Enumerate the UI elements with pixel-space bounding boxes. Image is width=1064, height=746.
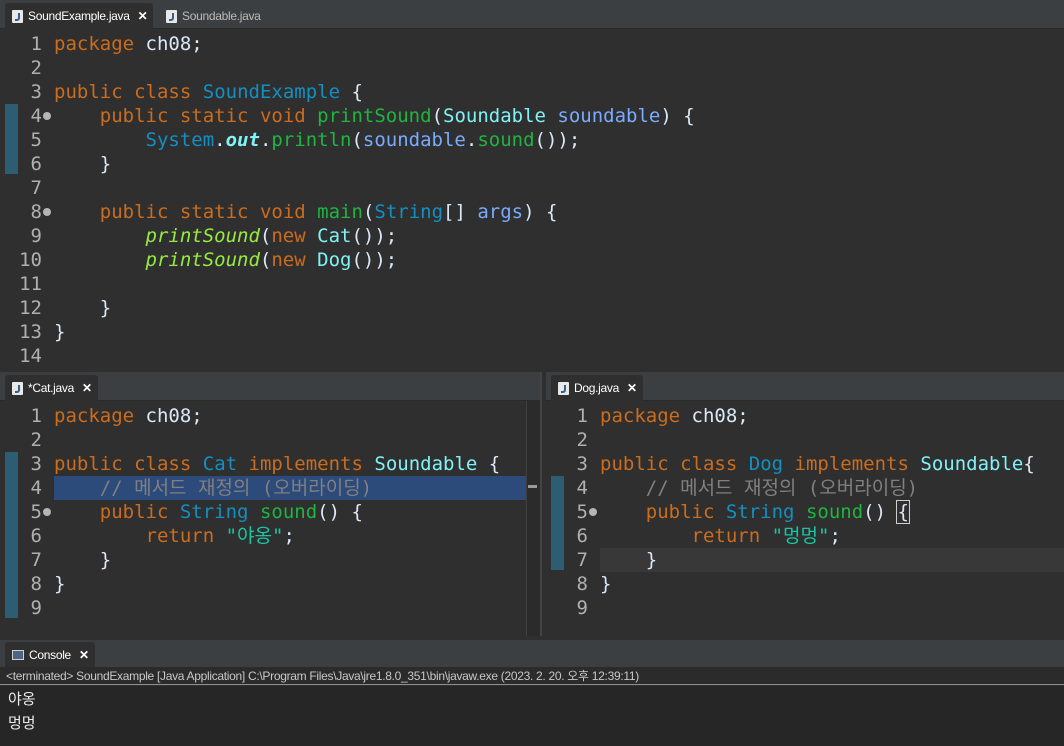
change-ruler xyxy=(546,401,564,636)
code-line: } xyxy=(54,573,66,595)
console-status: <terminated> SoundExample [Java Applicat… xyxy=(0,667,1064,685)
cat-editor-pane: *Cat.java ✕ 123456789 package ch08; publ… xyxy=(0,372,542,636)
console-tabbar: Console ✕ xyxy=(0,640,1064,667)
tab-sound-example[interactable]: SoundExample.java ✕ xyxy=(5,3,154,29)
console-icon xyxy=(12,649,24,660)
change-ruler xyxy=(0,401,18,636)
close-icon[interactable]: ✕ xyxy=(138,9,148,23)
code-editor[interactable]: 1234567 8 9 10 11 12 13 14 package ch08; publi… xyxy=(0,29,1064,368)
tab-label: Soundable.java xyxy=(182,9,261,23)
code-line: // 메서드 재정의 (오버라이딩) xyxy=(54,476,526,500)
tab-dog[interactable]: Dog.java ✕ xyxy=(551,375,643,401)
code-line: public class Dog implements Soundable{ xyxy=(600,453,1035,475)
code-line: } xyxy=(600,573,612,595)
code-line: // 메서드 재정의 (오버라이딩) xyxy=(645,477,919,499)
tab-label: Dog.java xyxy=(574,381,619,395)
code-line: public class Cat implements Soundable { xyxy=(54,453,501,475)
tab-label: Console xyxy=(29,647,71,662)
sound-example-editor-pane: SoundExample.java ✕ Soundable.java 12345… xyxy=(0,0,1064,368)
code-line: package ch08; xyxy=(600,405,749,427)
code-line: public String sound() { xyxy=(645,500,910,524)
change-ruler xyxy=(0,29,18,368)
close-icon[interactable]: ✕ xyxy=(82,381,92,395)
close-icon[interactable]: ✕ xyxy=(79,648,89,662)
tab-label: SoundExample.java xyxy=(28,9,130,23)
code-text[interactable]: package ch08; public class SoundExample … xyxy=(54,32,1064,368)
code-line: } xyxy=(99,153,112,175)
java-file-icon xyxy=(12,9,23,23)
code-line: } xyxy=(99,297,112,319)
code-line: public static void printSound(Soundable … xyxy=(99,105,695,127)
console-line: 야옹 xyxy=(8,691,36,708)
code-editor[interactable]: 123456789 package ch08; public class Cat… xyxy=(0,401,540,636)
top-editor-tabbar: SoundExample.java ✕ Soundable.java xyxy=(0,0,1064,29)
tab-soundable[interactable]: Soundable.java xyxy=(159,3,267,29)
tab-cat[interactable]: *Cat.java ✕ xyxy=(5,375,98,401)
line-numbers: 123456789 xyxy=(30,405,42,619)
code-line: } xyxy=(645,549,658,571)
code-line: System.out.println(soundable.sound()); xyxy=(145,129,581,151)
code-line: } xyxy=(99,549,112,571)
close-icon[interactable]: ✕ xyxy=(627,381,637,395)
tab-console[interactable]: Console ✕ xyxy=(5,642,95,667)
cat-editor-tabbar: *Cat.java ✕ xyxy=(0,372,540,401)
console-pane: Console ✕ <terminated> SoundExample [Jav… xyxy=(0,640,1064,746)
code-line: public String sound() { xyxy=(99,501,363,523)
line-numbers: 123456789 xyxy=(576,405,588,619)
console-line: 멍멍 xyxy=(8,715,36,732)
fold-collapse-icon[interactable] xyxy=(589,508,597,516)
code-text[interactable]: package ch08; public class Cat implement… xyxy=(54,404,526,620)
java-file-icon xyxy=(558,381,569,395)
java-file-icon xyxy=(12,381,23,395)
fold-collapse-icon[interactable] xyxy=(43,508,51,516)
fold-collapse-icon[interactable] xyxy=(43,208,51,216)
console-output[interactable]: 야옹 멍멍 xyxy=(0,686,1064,746)
fold-collapse-icon[interactable] xyxy=(43,112,51,120)
code-line: public class SoundExample { xyxy=(54,81,363,103)
code-line: } xyxy=(54,321,66,343)
code-editor[interactable]: 123456789 package ch08; public class Dog… xyxy=(546,401,1064,636)
vertical-scrollbar[interactable] xyxy=(526,401,540,636)
code-text[interactable]: package ch08; public class Dog implement… xyxy=(600,404,1064,620)
code-line: return "야옹"; xyxy=(145,525,295,547)
code-line: public static void main(String[] args) { xyxy=(99,201,558,223)
java-file-icon xyxy=(166,9,177,23)
dog-editor-pane: Dog.java ✕ 123456789 package ch08; publi… xyxy=(546,372,1064,636)
tab-label: *Cat.java xyxy=(28,381,74,395)
code-line: package ch08; xyxy=(54,405,203,427)
code-line: package ch08; xyxy=(54,33,203,55)
dog-editor-tabbar: Dog.java ✕ xyxy=(546,372,1064,401)
line-numbers: 1234567 8 9 10 11 12 13 14 xyxy=(19,33,42,367)
code-line: printSound(new Dog()); xyxy=(145,249,398,271)
code-line: return "멍멍"; xyxy=(691,525,841,547)
code-line: printSound(new Cat()); xyxy=(145,225,398,247)
